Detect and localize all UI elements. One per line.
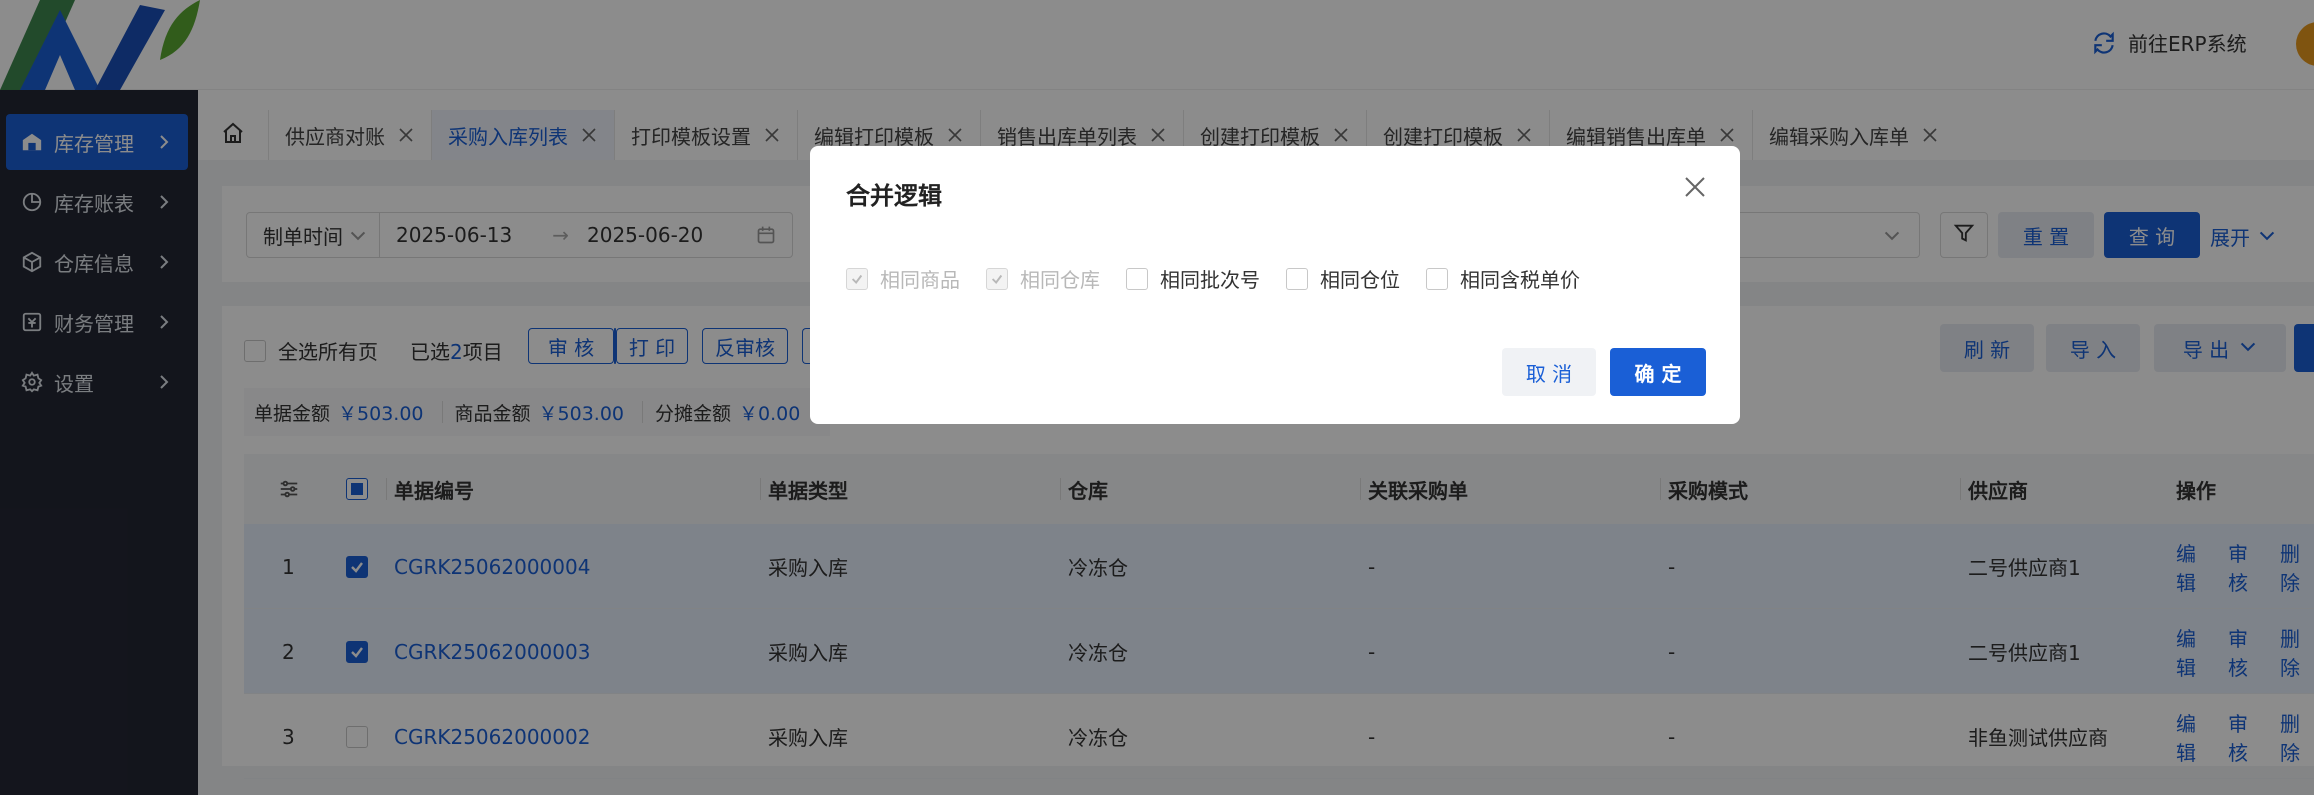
option-same-goods: 相同商品 [846, 264, 960, 293]
merge-logic-dialog: 合并逻辑 相同商品 相同仓库 相同批次号 相同仓位 相同含税单价 取 消 确 定 [810, 146, 1740, 424]
checkbox-same-goods [846, 267, 868, 290]
option-same-batch[interactable]: 相同批次号 [1126, 264, 1260, 293]
option-label: 相同批次号 [1160, 268, 1260, 292]
checkbox-same-location[interactable] [1286, 267, 1308, 290]
option-same-location[interactable]: 相同仓位 [1286, 264, 1400, 293]
option-label: 相同仓位 [1320, 268, 1400, 292]
checkbox-same-warehouse [986, 267, 1008, 290]
dialog-title: 合并逻辑 [846, 182, 942, 210]
checkbox-same-tax-price[interactable] [1426, 267, 1448, 290]
option-label: 相同含税单价 [1460, 268, 1580, 292]
option-label: 相同仓库 [1020, 268, 1100, 292]
merge-options: 相同商品 相同仓库 相同批次号 相同仓位 相同含税单价 [846, 264, 1606, 293]
close-icon[interactable] [1680, 172, 1710, 202]
checkbox-same-batch[interactable] [1126, 267, 1148, 290]
option-label: 相同商品 [880, 268, 960, 292]
option-same-tax-price[interactable]: 相同含税单价 [1426, 264, 1580, 293]
option-same-warehouse: 相同仓库 [986, 264, 1100, 293]
confirm-button[interactable]: 确 定 [1610, 348, 1706, 396]
cancel-button[interactable]: 取 消 [1502, 348, 1596, 396]
